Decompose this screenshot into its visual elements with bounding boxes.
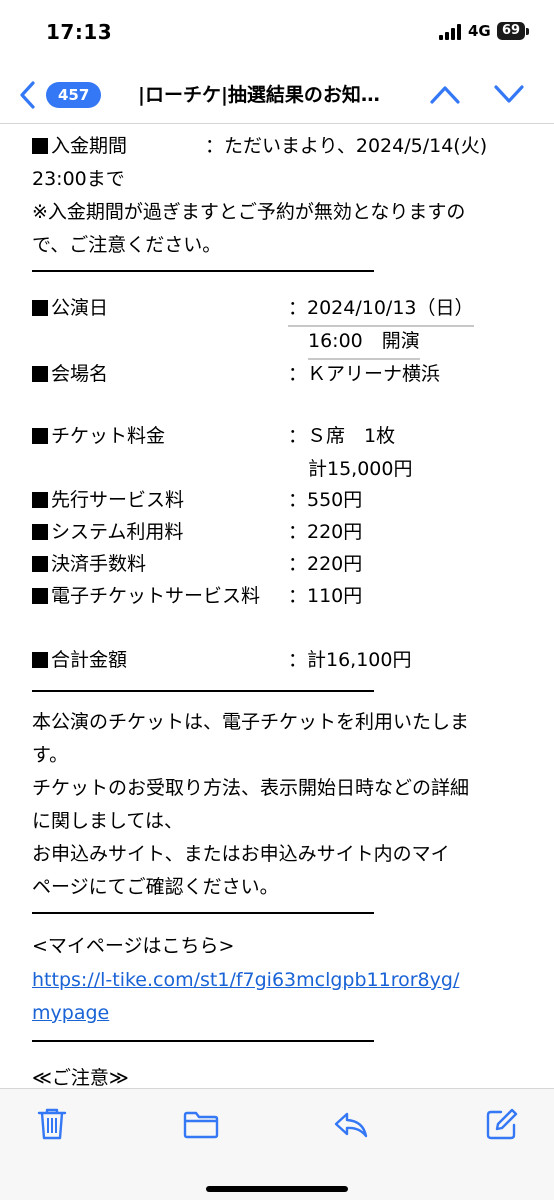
battery-icon: 69 bbox=[497, 22, 525, 40]
settlement-fee-row: 決済手数料 bbox=[32, 548, 146, 581]
email-body: 入金期間 ：ただいまより、2024/5/14(火) 23:00まで ※入金期間が… bbox=[0, 124, 554, 1088]
venue-row: 会場名 bbox=[32, 358, 108, 391]
cellular-signal-icon bbox=[439, 24, 463, 40]
battery-tip bbox=[526, 28, 529, 35]
unread-count-badge: 457 bbox=[46, 82, 102, 108]
mail-nav-bar: 457 |ローチケ|抽選結果のお知… bbox=[0, 62, 554, 124]
ticket-fee-value: ：Ｓ席 1枚 bbox=[288, 425, 396, 447]
perf-time-value: 16:00 開演 bbox=[308, 325, 420, 360]
divider bbox=[32, 1040, 374, 1042]
back-button[interactable]: 457 bbox=[16, 78, 102, 110]
perf-date-value: ：2024/10/13（日） bbox=[288, 292, 474, 327]
mypage-link[interactable]: https://l-tike.com/st1/f7gi63mclgpb11ror… bbox=[32, 964, 459, 997]
venue-value: ：Ｋアリーナ横浜 bbox=[288, 363, 441, 385]
total-label: 合計金額 bbox=[51, 649, 128, 671]
bullet-square bbox=[32, 428, 48, 444]
eticket-info-line-5: お申込みサイト、またはお申込みサイト内のマイ bbox=[32, 843, 450, 865]
divider bbox=[32, 912, 374, 914]
payment-period-end: 23:00まで bbox=[32, 168, 125, 190]
network-type: 4G bbox=[468, 22, 491, 40]
home-indicator bbox=[206, 1186, 348, 1192]
bullet-square bbox=[32, 652, 48, 668]
eticket-fee-label: 電子チケットサービス料 bbox=[51, 585, 261, 607]
total-row: 合計金額 bbox=[32, 644, 127, 677]
eticket-fee-value: ：110円 bbox=[288, 585, 363, 607]
folder-icon[interactable] bbox=[183, 1111, 219, 1139]
bullet-square bbox=[32, 138, 48, 154]
payment-period-label: 入金期間 bbox=[51, 135, 128, 157]
ticket-fee-row: チケット料金 bbox=[32, 420, 165, 453]
system-fee-value: ：220円 bbox=[288, 521, 363, 543]
bullet-square bbox=[32, 524, 48, 540]
eticket-info-line-2: す。 bbox=[32, 744, 69, 766]
divider bbox=[32, 690, 374, 692]
chevron-down-icon[interactable] bbox=[492, 80, 526, 108]
notice-line-2: で、ご注意ください。 bbox=[32, 234, 222, 256]
eticket-fee-row: 電子チケットサービス料 bbox=[32, 580, 260, 613]
ticket-fee-label: チケット料金 bbox=[51, 425, 166, 447]
payment-period-value: ：ただいまより、2024/5/14(火) bbox=[205, 135, 488, 157]
bullet-square bbox=[32, 492, 48, 508]
eticket-info-line-3: チケットのお受取り方法、表示開始日時などの詳細 bbox=[32, 777, 470, 799]
bullet-square bbox=[32, 588, 48, 604]
presale-fee-value: ：550円 bbox=[288, 489, 363, 511]
chevron-up-icon[interactable] bbox=[428, 80, 462, 108]
perf-date-row: 公演日 bbox=[32, 292, 108, 325]
venue-label: 会場名 bbox=[51, 363, 109, 385]
divider bbox=[32, 270, 374, 272]
system-fee-row: システム利用料 bbox=[32, 516, 183, 549]
mypage-link-cont[interactable]: mypage bbox=[32, 997, 109, 1030]
system-fee-label: システム利用料 bbox=[51, 521, 184, 543]
mail-toolbar bbox=[0, 1088, 554, 1200]
presale-fee-label: 先行サービス料 bbox=[51, 489, 185, 511]
perf-date-label: 公演日 bbox=[51, 297, 109, 319]
total-value: ：計16,100円 bbox=[288, 649, 412, 671]
settlement-fee-value: ：220円 bbox=[288, 553, 363, 575]
notice-line-1: ※入金期間が過ぎますとご予約が無効となりますの bbox=[32, 201, 466, 223]
email-subject-title: |ローチケ|抽選結果のお知… bbox=[138, 84, 380, 106]
status-bar: 17:13 4G 69 bbox=[0, 0, 554, 62]
mypage-heading: <マイページはこちら> bbox=[32, 935, 235, 957]
status-time: 17:13 bbox=[46, 20, 113, 44]
reply-icon[interactable] bbox=[333, 1111, 369, 1139]
presale-fee-row: 先行サービス料 bbox=[32, 484, 184, 517]
bullet-square bbox=[32, 300, 48, 316]
chevron-left-icon bbox=[20, 81, 35, 109]
bullet-square bbox=[32, 556, 48, 572]
bullet-square bbox=[32, 366, 48, 382]
ticket-fee-total: 計15,000円 bbox=[308, 458, 413, 480]
eticket-info-line-4: に関しましては、 bbox=[32, 810, 184, 832]
caution-heading: ≪ご注意≫ bbox=[32, 1067, 129, 1088]
compose-icon[interactable] bbox=[485, 1107, 519, 1141]
payment-period-row: 入金期間 bbox=[32, 130, 127, 163]
trash-icon[interactable] bbox=[36, 1107, 68, 1141]
settlement-fee-label: 決済手数料 bbox=[51, 553, 147, 575]
eticket-info-line-1: 本公演のチケットは、電子チケットを利用いたしま bbox=[32, 711, 470, 733]
eticket-info-line-6: ページにてご確認ください。 bbox=[32, 876, 279, 898]
